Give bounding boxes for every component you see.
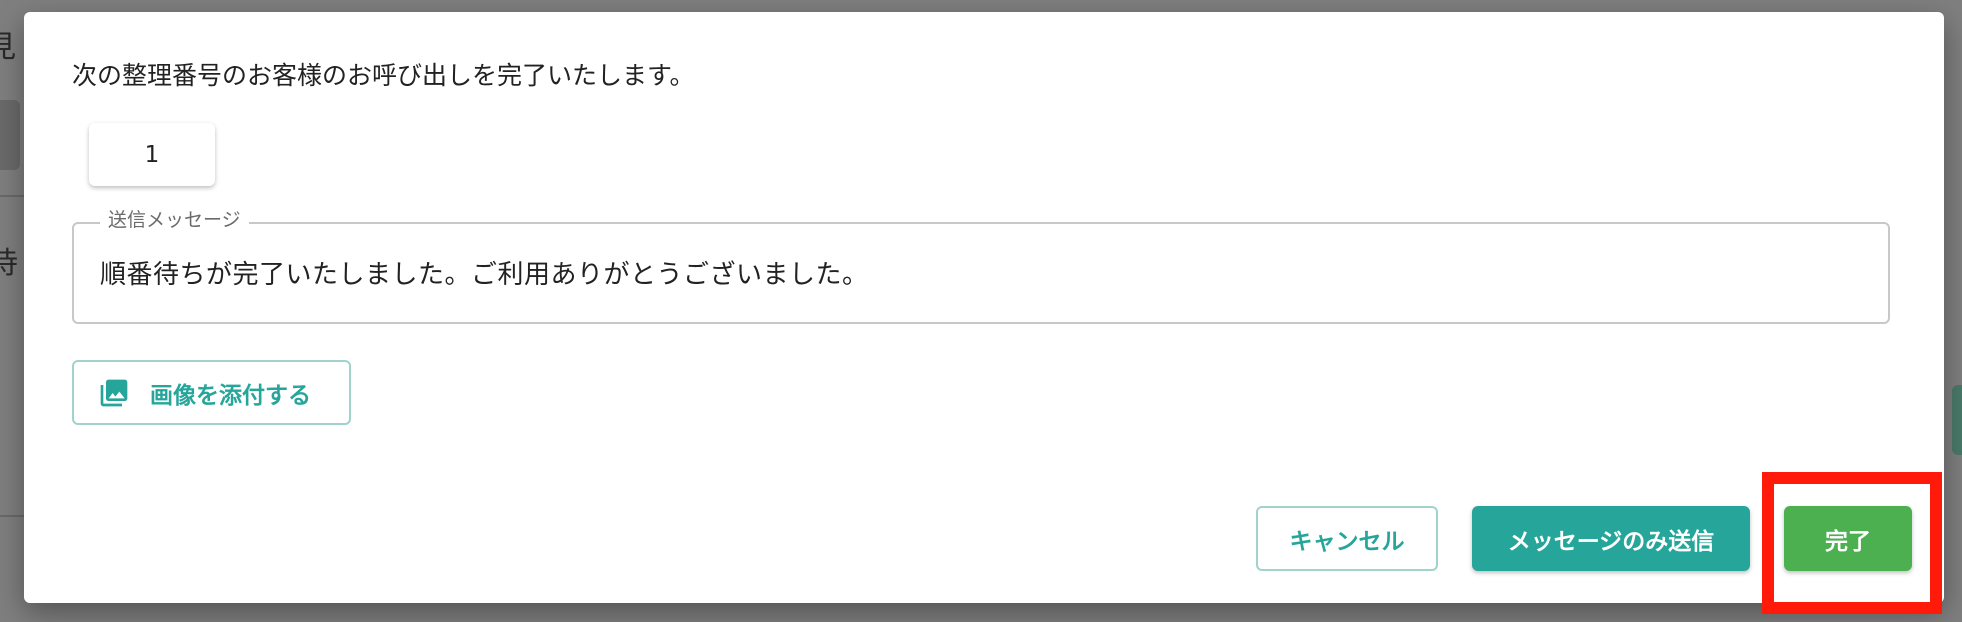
background-fragment-middle: 待 — [0, 246, 18, 281]
background-divider-lower — [0, 515, 24, 517]
background-right-button — [1952, 385, 1962, 455]
message-field-value[interactable]: 順番待ちが完了いたしました。ご利用ありがとうございました。 — [100, 254, 869, 291]
attach-image-label: 画像を添付する — [150, 382, 311, 409]
complete-call-dialog: 次の整理番号のお客様のお呼び出しを完了いたします。 1 送信メッセージ 順番待ち… — [24, 12, 1944, 603]
attach-image-button[interactable]: 画像を添付する — [72, 360, 351, 425]
background-fragment-top: 見 — [0, 30, 16, 65]
send-message-only-button[interactable]: メッセージのみ送信 — [1472, 506, 1750, 571]
background-divider — [0, 195, 24, 197]
complete-button[interactable]: 完了 — [1784, 506, 1912, 571]
image-gallery-icon — [98, 377, 130, 409]
ticket-number-chip: 1 — [89, 123, 215, 186]
background-panel — [0, 100, 20, 170]
message-field-label: 送信メッセージ — [100, 205, 249, 232]
cancel-button[interactable]: キャンセル — [1256, 506, 1438, 571]
dialog-intro-text: 次の整理番号のお客様のお呼び出しを完了いたします。 — [72, 61, 695, 90]
